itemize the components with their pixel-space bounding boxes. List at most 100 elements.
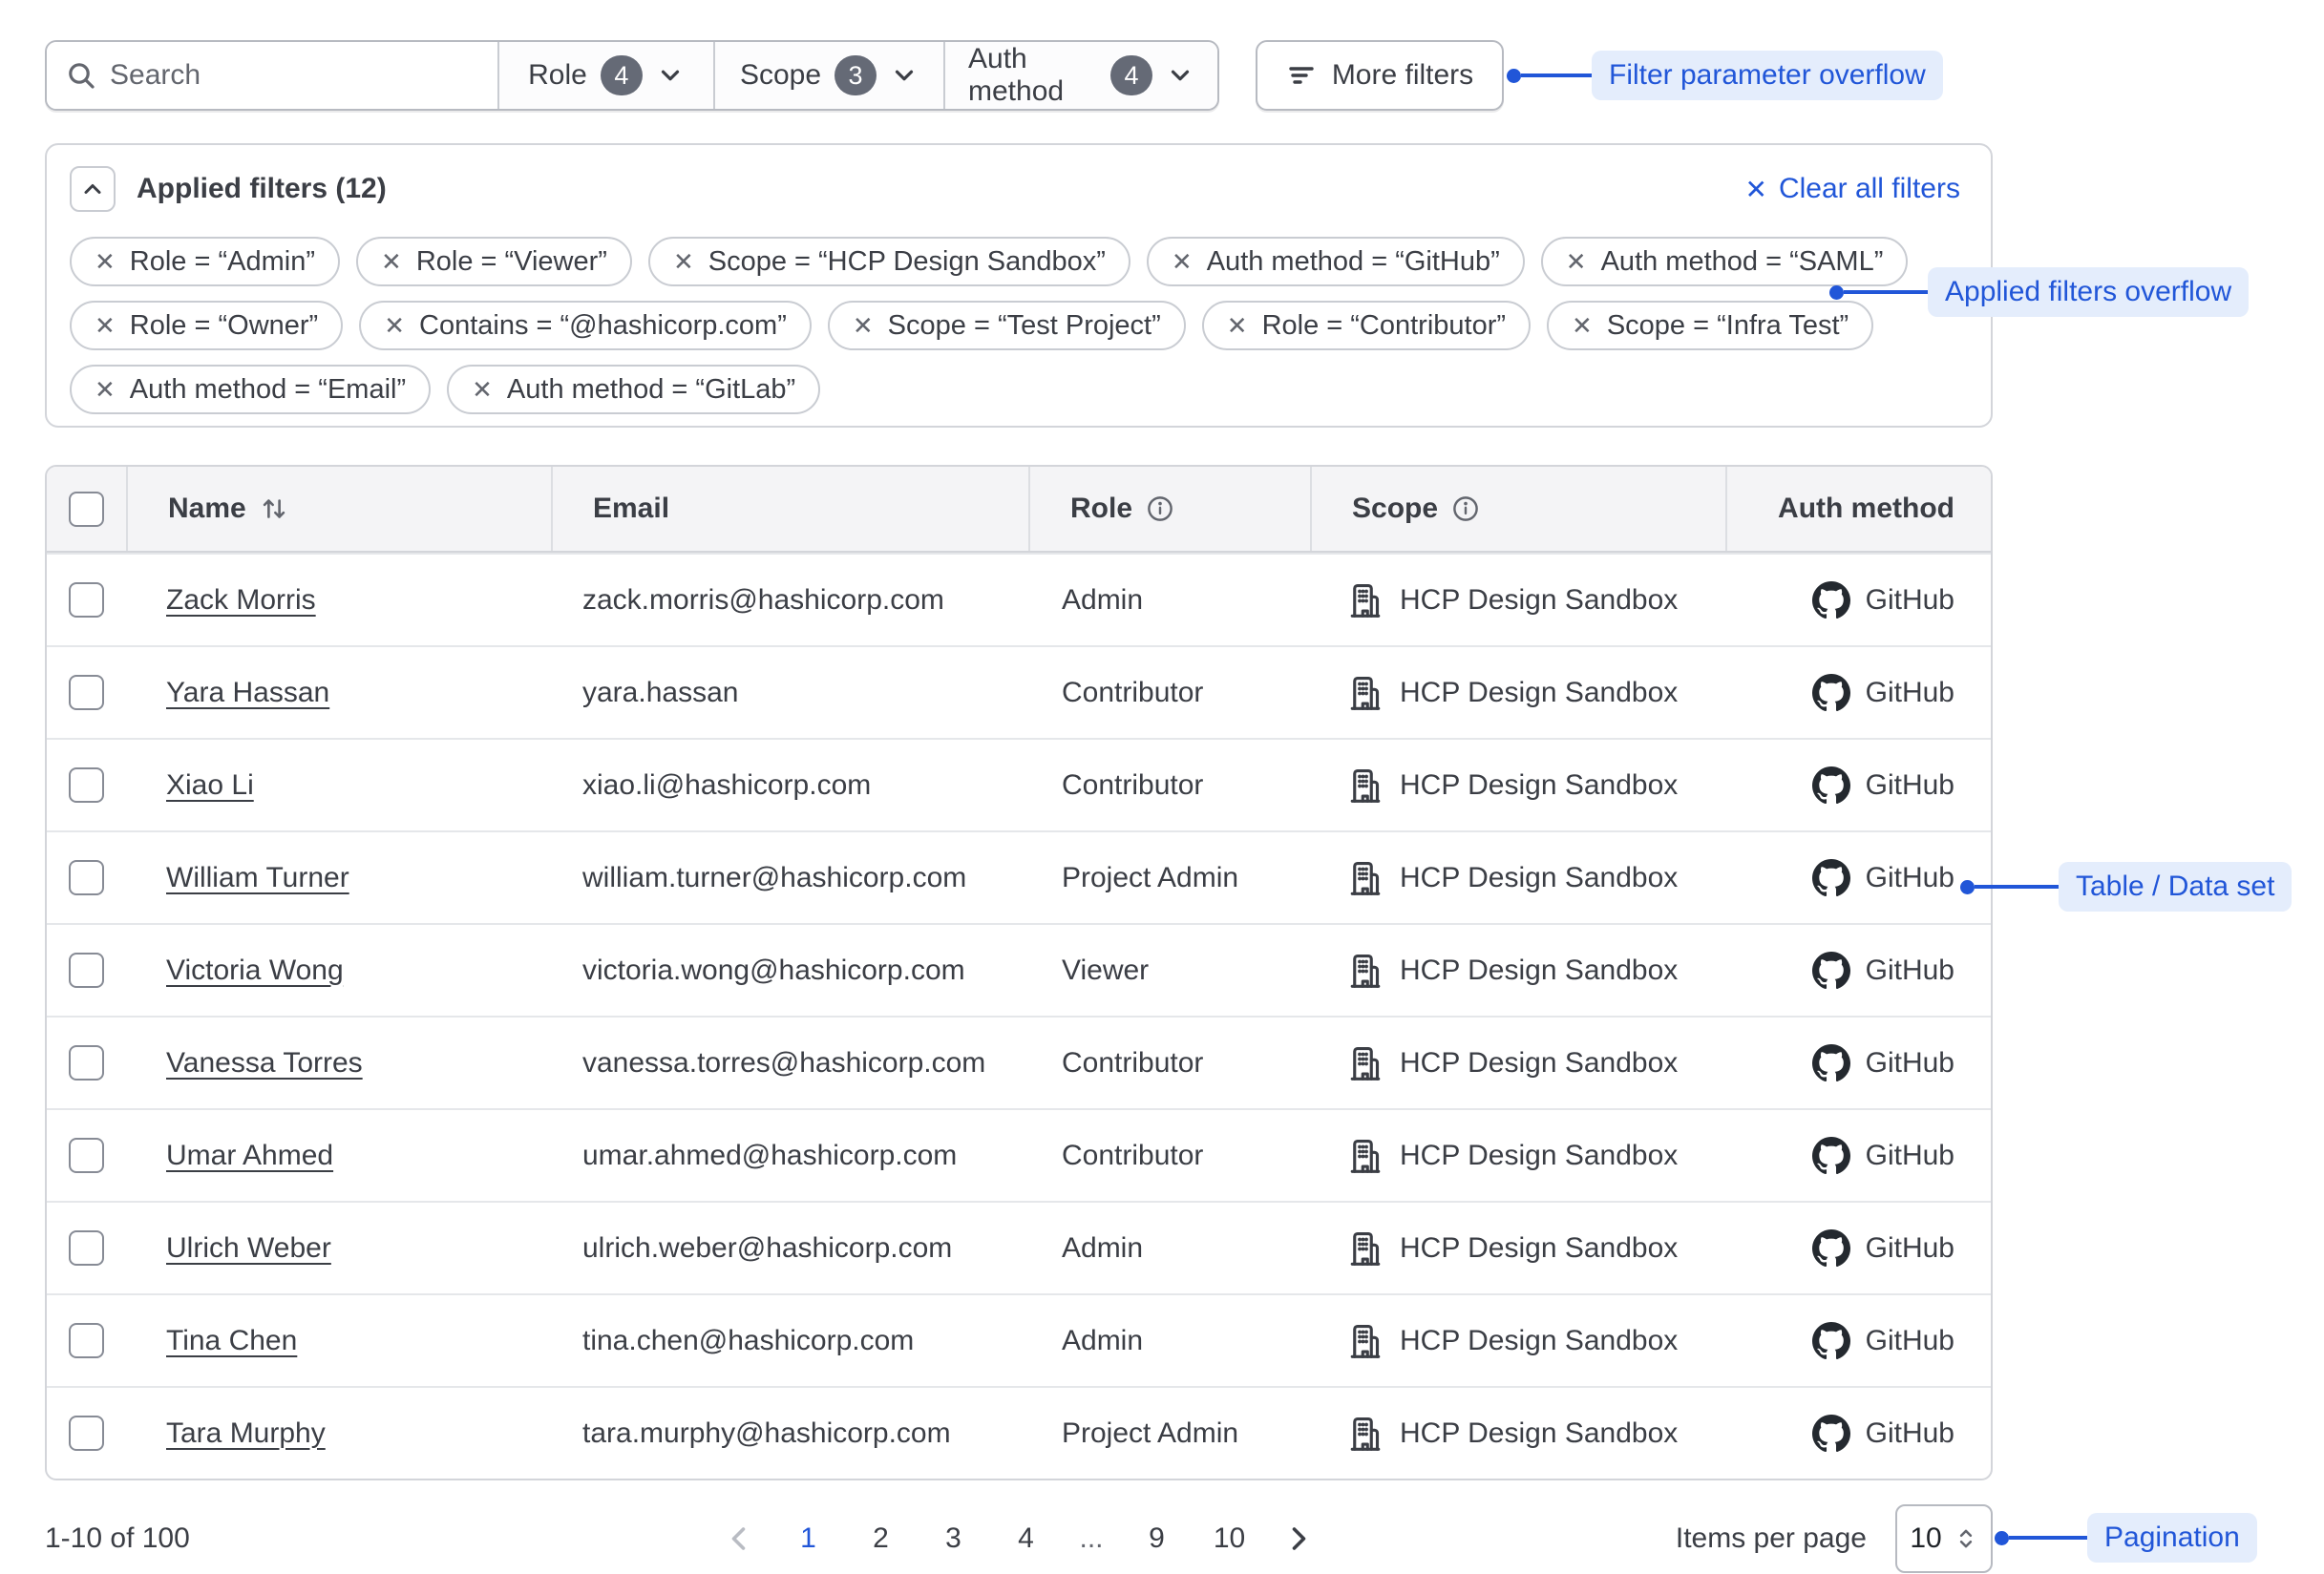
github-icon [1812,581,1850,619]
user-role: Contributor [1062,769,1203,802]
filter-chip-label: Role = “Viewer” [416,246,607,278]
scope-filter-dropdown[interactable]: Scope 3 [713,42,943,109]
info-icon[interactable] [1146,494,1174,523]
user-email: tara.murphy@hashicorp.com [582,1417,951,1450]
org-building-icon [1346,674,1384,712]
previous-page-button[interactable] [724,1523,754,1554]
scope-filter-count-badge: 3 [835,55,877,95]
row-checkbox[interactable] [69,860,104,895]
filter-chip[interactable]: ✕ Auth method = “Email” [70,365,431,414]
collapse-applied-filters-button[interactable] [70,166,116,212]
user-role: Contributor [1062,1140,1203,1172]
user-auth-method: GitHub [1866,677,1954,709]
filter-chip[interactable]: ✕Scope = “Test Project” [828,301,1186,350]
filter-chip[interactable]: ✕Role = “Owner” [70,301,343,350]
github-icon [1812,766,1850,805]
user-name-link[interactable]: William Turner [166,862,349,894]
user-name-link[interactable]: Yara Hassan [166,677,329,709]
table-row: Vanessa Torres vanessa.torres@hashicorp.… [47,1016,1991,1108]
filter-chip[interactable]: ✕Scope = “Infra Test” [1547,301,1873,350]
row-checkbox[interactable] [69,1230,104,1266]
user-email: umar.ahmed@hashicorp.com [582,1140,957,1172]
clear-all-filters-button[interactable]: ✕ Clear all filters [1744,173,1960,205]
user-name-link[interactable]: Tina Chen [166,1325,297,1357]
row-checkbox[interactable] [69,1138,104,1173]
role-filter-dropdown[interactable]: Role 4 [497,42,713,109]
row-checkbox[interactable] [69,1045,104,1081]
select-all-checkbox[interactable] [69,492,104,527]
auth-method-filter-label: Auth method [968,43,1097,108]
items-per-page-select[interactable]: 10 [1895,1504,1993,1573]
annotation-line [2009,1536,2087,1540]
info-icon[interactable] [1451,494,1480,523]
filter-chip-label: Auth method = “Email” [130,374,406,406]
applied-filters-title: Applied filters (12) [137,173,387,205]
pagination-bar: 1-10 of 100 1 2 3 4 ... 9 10 Items per p… [45,1503,1993,1574]
filter-chip[interactable]: ✕Role = “Admin” [70,237,340,286]
chevron-down-icon [656,61,685,90]
filter-chip[interactable]: ✕Role = “Contributor” [1202,301,1531,350]
row-checkbox[interactable] [69,675,104,710]
filter-chip-label: Scope = “Test Project” [888,310,1161,342]
user-name-link[interactable]: Tara Murphy [166,1417,326,1450]
user-name-link[interactable]: Ulrich Weber [166,1232,331,1265]
search-input[interactable] [110,59,478,92]
next-page-button[interactable] [1283,1523,1314,1554]
filter-chip[interactable]: ✕Scope = “HCP Design Sandbox” [648,237,1130,286]
org-building-icon [1346,1137,1384,1175]
user-auth-method: GitHub [1866,769,1954,802]
column-header-label: Role [1070,493,1132,525]
auth-method-filter-count-badge: 4 [1110,55,1152,95]
user-name-link[interactable]: Vanessa Torres [166,1047,363,1080]
annotation-dot [1507,69,1521,83]
dismiss-icon: ✕ [95,377,116,402]
row-checkbox[interactable] [69,1323,104,1358]
column-header-label: Name [168,493,246,525]
filter-chip[interactable]: ✕Contains = “@hashicorp.com” [359,301,812,350]
annotation-label: Table / Data set [2059,862,2292,912]
applied-filters-panel: Applied filters (12) ✕ Clear all filters… [45,143,1993,428]
user-name-link[interactable]: Zack Morris [166,584,316,617]
user-scope: HCP Design Sandbox [1400,1232,1678,1265]
dismiss-icon: ✕ [1744,174,1766,205]
filter-chip[interactable]: ✕Auth method = “GitLab” [447,365,820,414]
filter-chip-label: Auth method = “GitHub” [1207,246,1500,278]
user-name-link[interactable]: Umar Ahmed [166,1140,333,1172]
row-checkbox[interactable] [69,953,104,988]
dismiss-icon: ✕ [1172,249,1193,274]
user-role: Admin [1062,584,1143,617]
up-down-carets-icon [1954,1526,1978,1551]
dismiss-icon: ✕ [673,249,694,274]
role-filter-count-badge: 4 [601,55,643,95]
user-name-link[interactable]: Xiao Li [166,769,254,802]
sort-icon[interactable] [260,494,288,523]
table-row: Tara Murphy tara.murphy@hashicorp.com Pr… [47,1386,1991,1479]
column-header-scope: Scope [1310,467,1725,551]
user-role: Contributor [1062,1047,1203,1080]
annotation-dot [1995,1531,2009,1545]
table-row: Umar Ahmed umar.ahmed@hashicorp.com Cont… [47,1108,1991,1201]
column-header-name[interactable]: Name [126,467,551,551]
row-checkbox[interactable] [69,767,104,803]
user-scope: HCP Design Sandbox [1400,584,1678,617]
user-scope: HCP Design Sandbox [1400,769,1678,802]
filter-chip[interactable]: ✕ Auth method = “GitHub” [1147,237,1525,286]
org-building-icon [1346,1322,1384,1360]
filter-chip[interactable]: ✕Role = “Viewer” [356,237,632,286]
row-checkbox[interactable] [69,1416,104,1451]
user-email: xiao.li@hashicorp.com [582,769,871,802]
github-icon [1812,952,1850,990]
annotation-table: Table / Data set [1960,862,2292,912]
filter-chip-label: Role = “Owner” [130,310,318,342]
user-auth-method: GitHub [1866,862,1954,894]
filter-lines-icon [1286,60,1317,91]
row-checkbox[interactable] [69,582,104,618]
more-filters-button[interactable]: More filters [1256,40,1504,111]
auth-method-filter-dropdown[interactable]: Auth method 4 [943,42,1217,109]
annotation-pagination: Pagination [1995,1513,2257,1563]
column-header-label: Auth method [1778,493,1954,525]
dismiss-icon: ✕ [472,377,493,402]
user-name-link[interactable]: Victoria Wong [166,955,344,987]
chevron-down-icon [1166,61,1194,90]
github-icon [1812,674,1850,712]
